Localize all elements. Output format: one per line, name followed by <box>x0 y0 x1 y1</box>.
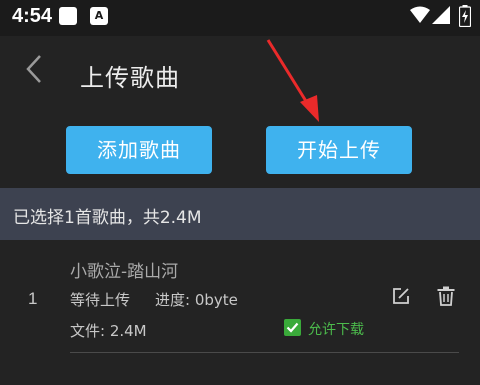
allow-download-label: 允许下载 <box>308 322 364 338</box>
square-icon <box>59 7 77 25</box>
status-time: 4:54 <box>12 5 53 27</box>
song-list-item: 1 小歌泣-踏山河 等待上传 进度: 0byte 文件: 2.4M 允许下载 <box>0 240 480 360</box>
wifi-icon <box>410 6 430 28</box>
trash-icon[interactable] <box>437 286 455 310</box>
header: 上传歌曲 <box>0 36 480 116</box>
edit-icon[interactable] <box>392 287 410 309</box>
annotation-arrow-icon <box>262 38 326 128</box>
upload-progress: 进度: 0byte <box>155 291 238 309</box>
selection-summary-bar: 已选择1首歌曲，共2.4M <box>0 188 480 240</box>
a-app-icon: A <box>90 7 108 25</box>
page-title: 上传歌曲 <box>80 64 180 92</box>
song-title: 小歌泣-踏山河 <box>70 262 179 282</box>
checkbox-checked-icon[interactable] <box>284 319 301 336</box>
status-bar: 4:54 A <box>0 0 480 36</box>
chevron-left-icon[interactable] <box>24 54 44 88</box>
file-size: 文件: 2.4M <box>70 322 147 340</box>
upload-status: 等待上传 <box>70 291 131 309</box>
battery-charging-icon <box>458 5 472 31</box>
start-upload-button[interactable]: 开始上传 <box>266 126 412 174</box>
selection-summary-text: 已选择1首歌曲，共2.4M <box>13 208 202 228</box>
signal-icon <box>432 6 450 28</box>
song-index: 1 <box>28 289 38 308</box>
row-divider <box>70 352 459 353</box>
add-song-button[interactable]: 添加歌曲 <box>66 126 212 174</box>
